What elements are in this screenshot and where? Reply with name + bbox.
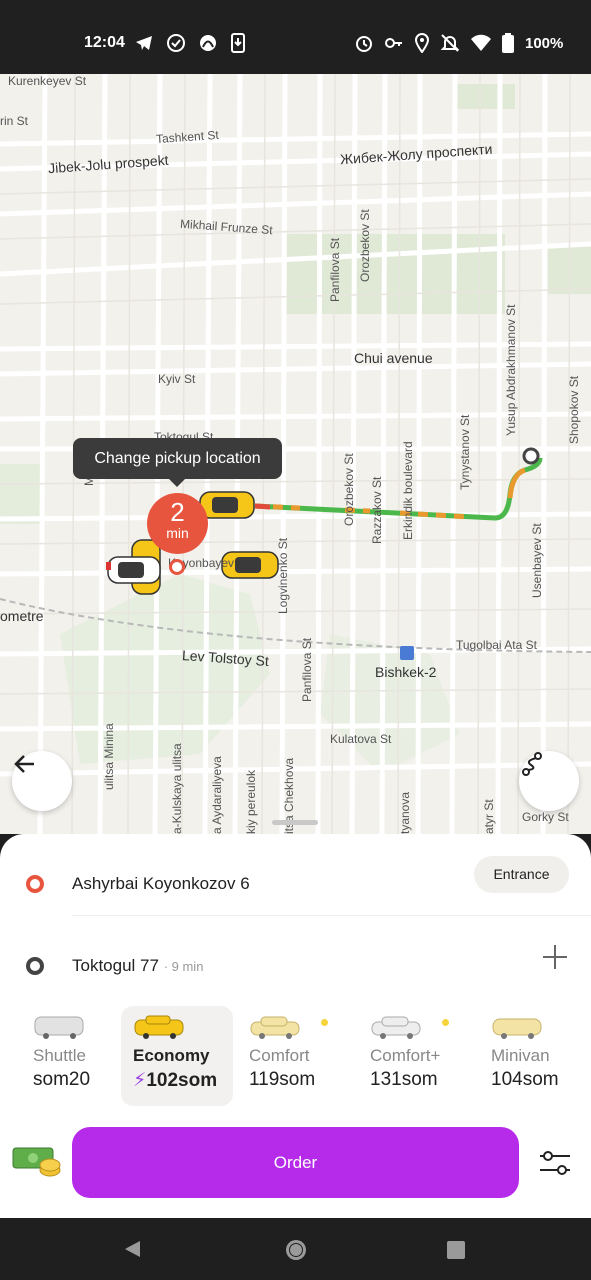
- entrance-button[interactable]: Entrance: [474, 856, 569, 893]
- tariff-name: Minivan: [491, 1046, 550, 1065]
- map-label: Orozbekov St: [358, 209, 372, 282]
- destination-point-icon: [26, 957, 44, 975]
- recents-nav-icon[interactable]: [446, 1240, 466, 1260]
- tariff-price: 131som: [370, 1069, 438, 1090]
- map-label: ulitsa Minina: [102, 723, 116, 790]
- map-label: Kurenkeyev St: [8, 74, 87, 88]
- cash-icon[interactable]: [12, 1144, 62, 1180]
- destination-address-row[interactable]: Toktogul 77 · 9 min: [0, 926, 591, 986]
- map[interactable]: Kurenkeyev St rin St Tashkent St Jibek-J…: [0, 74, 591, 834]
- map-label: a-Kulskaya ulitsa: [170, 743, 184, 834]
- map-label: Gorky St: [522, 810, 569, 824]
- status-time: 12:04: [84, 34, 125, 51]
- map-label: Tugolbai Ata St: [456, 638, 537, 652]
- back-button[interactable]: [12, 751, 72, 811]
- battery-icon: [502, 33, 514, 53]
- arrow-left-icon: [14, 755, 34, 773]
- key-icon: [385, 38, 402, 48]
- map-label: Kyiv St: [158, 372, 196, 386]
- back-nav-icon[interactable]: [122, 1239, 142, 1259]
- map-label: tyanova: [398, 791, 412, 834]
- map-label: Razzakov St: [370, 476, 384, 544]
- add-stop-icon[interactable]: [540, 942, 570, 972]
- bus-stop-icon: [400, 646, 414, 660]
- tariff-name: Shuttle: [33, 1046, 86, 1065]
- destination-address: Toktogul 77: [72, 956, 159, 975]
- app-icon: [200, 35, 216, 51]
- map-label: Logvinenko St: [276, 537, 290, 614]
- map-label: Tynystanov St: [458, 414, 472, 490]
- destination-marker: [522, 447, 540, 465]
- tariff-comfort-plus[interactable]: Comfort+ 131som: [358, 1006, 470, 1106]
- tariff-price: 102som: [146, 1070, 218, 1091]
- map-label: a Aydaraliyeva: [210, 756, 224, 834]
- map-label: Orozbekov St: [342, 453, 356, 526]
- map-label: ometre: [0, 608, 44, 624]
- destination-time: · 9 min: [163, 959, 204, 974]
- tariff-economy[interactable]: Economy ⚡102som: [121, 1006, 233, 1106]
- map-label: rin St: [0, 114, 29, 128]
- tariff-name: Comfort: [249, 1046, 310, 1065]
- route-button[interactable]: [519, 751, 579, 811]
- status-bar: 12:04 100%: [0, 0, 591, 74]
- map-label: kiy pereulok: [244, 769, 258, 834]
- eta-pin[interactable]: 2 min: [147, 493, 208, 554]
- divider: [72, 915, 591, 916]
- change-pickup-tooltip[interactable]: Change pickup location: [73, 438, 282, 487]
- tariff-selector: Shuttle som20 Economy ⚡102som Comfort 11…: [0, 1006, 591, 1106]
- tariff-badge: [321, 1019, 328, 1026]
- tariff-badge: [442, 1019, 449, 1026]
- battery-percentage: 100%: [525, 35, 564, 52]
- map-label: Bishkek-2: [375, 664, 437, 680]
- map-label: Panfilova St: [300, 637, 314, 702]
- order-button[interactable]: Order: [72, 1127, 519, 1198]
- location-icon: [414, 33, 430, 53]
- comfort-car-icon: [250, 1016, 300, 1039]
- check-circle-icon: [167, 34, 185, 52]
- wifi-icon: [471, 34, 491, 51]
- route-icon: [522, 752, 542, 776]
- tariff-price: som20: [33, 1069, 91, 1090]
- system-nav-bar: [0, 1218, 591, 1280]
- tariff-comfort[interactable]: Comfort 119som: [237, 1006, 349, 1106]
- tariff-name: Economy: [133, 1046, 210, 1065]
- home-nav-icon[interactable]: [284, 1238, 308, 1262]
- shuttle-car-icon: [34, 1016, 84, 1039]
- tariff-price: 119som: [249, 1069, 316, 1090]
- map-label: Erkindik boulevard: [401, 441, 415, 540]
- map-label: Usenbayev St: [530, 523, 544, 598]
- download-icon: [231, 33, 245, 53]
- pickup-point-icon: [26, 875, 44, 893]
- map-label: Panfilova St: [328, 237, 342, 302]
- alarm-icon: [356, 36, 372, 52]
- tariff-price: 104som: [491, 1069, 559, 1090]
- economy-car-icon: [134, 1015, 184, 1039]
- map-label: Kulatova St: [330, 732, 392, 746]
- telegram-icon: [136, 36, 152, 50]
- eta-unit: min: [166, 525, 189, 541]
- eta-value: 2: [170, 497, 185, 527]
- sliders-icon[interactable]: [538, 1148, 572, 1178]
- tariff-minivan[interactable]: Minivan 104som: [479, 1006, 591, 1106]
- map-label: Chui avenue: [354, 350, 433, 366]
- pickup-marker[interactable]: [169, 559, 185, 575]
- map-label: atyr St: [482, 799, 496, 834]
- taxi-car-icon: [199, 491, 255, 519]
- minivan-car-icon: [492, 1018, 542, 1039]
- sheet-grabber[interactable]: [272, 820, 318, 825]
- pickup-address: Ashyrbai Koyonkozov 6: [72, 874, 250, 893]
- map-label: Yusup Abdrakhmanov St: [504, 304, 518, 436]
- bell-off-icon: [440, 34, 460, 52]
- comfort-plus-car-icon: [371, 1016, 421, 1039]
- lightning-icon: ⚡: [133, 1070, 147, 1091]
- map-label: Shopokov St: [567, 375, 581, 444]
- white-car-icon: [106, 556, 161, 584]
- tariff-shuttle[interactable]: Shuttle som20: [21, 1006, 133, 1106]
- tariff-name: Comfort+: [370, 1046, 441, 1065]
